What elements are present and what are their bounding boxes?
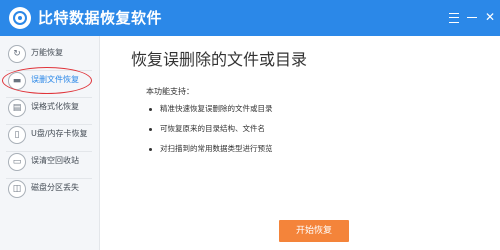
sidebar-item-label: 万能恢复	[31, 48, 63, 57]
menu-icon[interactable]	[446, 9, 462, 25]
sidebar-item-label: 误清空回收站	[31, 156, 79, 165]
usb-icon: ▯	[8, 126, 26, 144]
sidebar-item-label: 误格式化恢复	[31, 102, 79, 111]
feature-bullet-text: 可恢复原来的目录结构、文件名	[160, 124, 265, 133]
bullet-dot-icon	[149, 107, 152, 111]
sidebar-item-label: 磁盘分区丢失	[31, 183, 79, 192]
disk-icon: ◫	[8, 180, 26, 198]
trash-icon: ▭	[8, 153, 26, 171]
feature-bullet-text: 对扫描到的常用数据类型进行预览	[160, 144, 273, 153]
title-bar: 比特数据恢复软件 ✕	[0, 0, 500, 36]
sidebar-item-usb-recovery[interactable]: ▯ U盘/内存卡恢复	[0, 121, 99, 149]
format-icon: ▤	[8, 99, 26, 117]
feature-bullet: 精准快速恢复误删除的文件或目录	[149, 104, 273, 114]
bullet-dot-icon	[149, 147, 152, 151]
sidebar-item-format-recovery[interactable]: ▤ 误格式化恢复	[0, 94, 99, 122]
sidebar-item-label: U盘/内存卡恢复	[31, 129, 88, 138]
app-title: 比特数据恢复软件	[38, 9, 163, 27]
feature-intro: 本功能支持：	[146, 87, 194, 96]
highlight-ellipse	[2, 67, 92, 94]
feature-bullet-text: 精准快速恢复误删除的文件或目录	[160, 104, 273, 113]
bullet-dot-icon	[149, 127, 152, 131]
sidebar-item-partition-recovery[interactable]: ◫ 磁盘分区丢失	[0, 175, 99, 203]
sidebar-item-recycle-bin-recovery[interactable]: ▭ 误清空回收站	[0, 148, 99, 176]
feature-bullet: 对扫描到的常用数据类型进行预览	[149, 144, 273, 154]
minimize-icon[interactable]	[464, 9, 480, 25]
start-recovery-button[interactable]: 开始恢复	[279, 220, 349, 242]
disk-logo-icon	[9, 7, 31, 29]
feature-bullet: 可恢复原来的目录结构、文件名	[149, 124, 265, 134]
refresh-icon: ↻	[8, 45, 26, 63]
close-icon[interactable]: ✕	[482, 9, 498, 25]
page-title: 恢复误删除的文件或目录	[131, 50, 308, 69]
sidebar-item-universal-recovery[interactable]: ↻ 万能恢复	[0, 40, 99, 68]
